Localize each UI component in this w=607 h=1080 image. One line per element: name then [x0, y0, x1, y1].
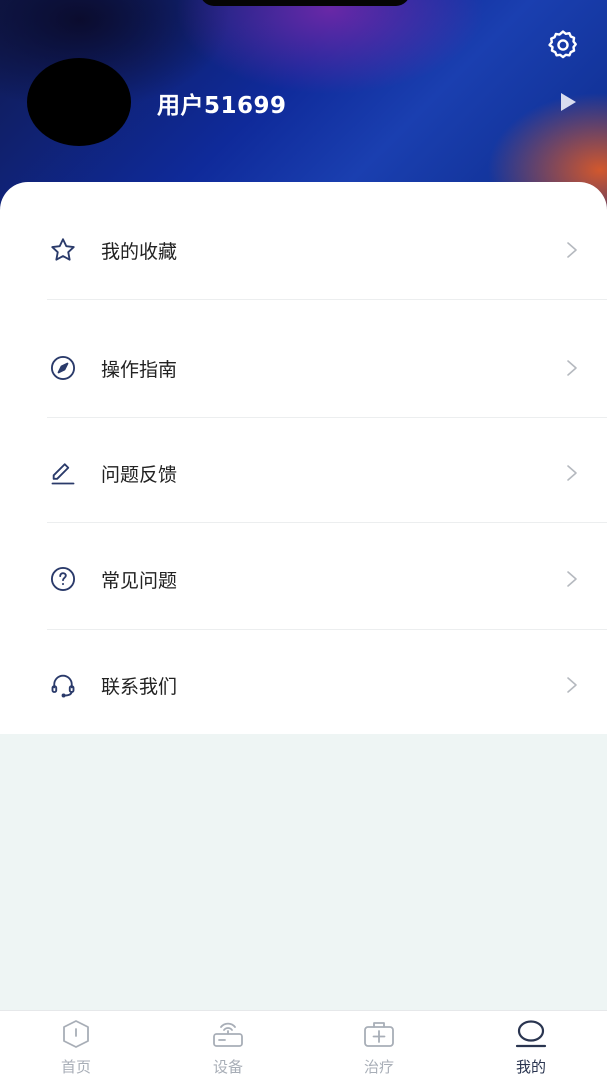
nav-item-treatment[interactable]: 治疗 — [303, 1011, 455, 1080]
menu-item-label: 操作指南 — [101, 359, 178, 381]
divider — [47, 629, 607, 630]
device-notch — [200, 0, 410, 6]
divider — [47, 299, 607, 300]
menu-item-label: 常见问题 — [101, 570, 178, 592]
chevron-right-icon — [562, 675, 582, 695]
app-root: 用户51699 我的收藏 操作指南 问题反馈 常见问题 联系我们 首页 设备 治… — [0, 0, 607, 1080]
nav-item-mine[interactable]: 我的 — [455, 1011, 607, 1080]
divider — [47, 417, 607, 418]
username[interactable]: 用户51699 — [157, 86, 287, 120]
profile-header: 用户51699 — [0, 0, 607, 210]
headset-icon — [48, 670, 78, 700]
divider — [47, 522, 607, 523]
nav-label: 设备 — [212, 1058, 243, 1076]
home-shield-icon — [58, 1019, 94, 1049]
medical-kit-icon — [361, 1019, 397, 1049]
menu-item-label: 问题反馈 — [101, 464, 178, 486]
chevron-right-icon — [562, 240, 582, 260]
avatar[interactable] — [27, 58, 131, 146]
menu-item-label: 联系我们 — [101, 676, 178, 698]
chevron-right-icon — [562, 463, 582, 483]
menu-item-contact[interactable]: 联系我们 — [0, 655, 607, 715]
bottom-nav: 首页 设备 治疗 我的 — [0, 1010, 607, 1080]
chevron-right-icon — [562, 569, 582, 589]
gear-icon — [548, 30, 577, 59]
menu-card: 我的收藏 操作指南 问题反馈 常见问题 联系我们 — [0, 182, 607, 734]
menu-item-label: 我的收藏 — [101, 241, 178, 263]
compass-icon — [48, 353, 78, 383]
question-circle-icon — [48, 564, 78, 594]
menu-item-feedback[interactable]: 问题反馈 — [0, 443, 607, 503]
star-icon — [48, 235, 78, 265]
play-arrow-icon — [561, 93, 576, 111]
menu-item-faq[interactable]: 常见问题 — [0, 549, 607, 609]
settings-button[interactable] — [544, 28, 582, 62]
edit-icon — [48, 458, 78, 488]
chevron-right-icon — [562, 358, 582, 378]
device-icon — [210, 1019, 246, 1049]
menu-item-guide[interactable]: 操作指南 — [0, 338, 607, 398]
nav-label: 治疗 — [363, 1058, 394, 1076]
nav-label: 首页 — [60, 1058, 91, 1076]
nav-item-device[interactable]: 设备 — [152, 1011, 304, 1080]
nav-label: 我的 — [515, 1058, 546, 1076]
profile-icon — [513, 1019, 549, 1049]
nav-item-home[interactable]: 首页 — [0, 1011, 152, 1080]
profile-arrow-button[interactable] — [556, 90, 580, 114]
menu-item-favorites[interactable]: 我的收藏 — [0, 220, 607, 280]
